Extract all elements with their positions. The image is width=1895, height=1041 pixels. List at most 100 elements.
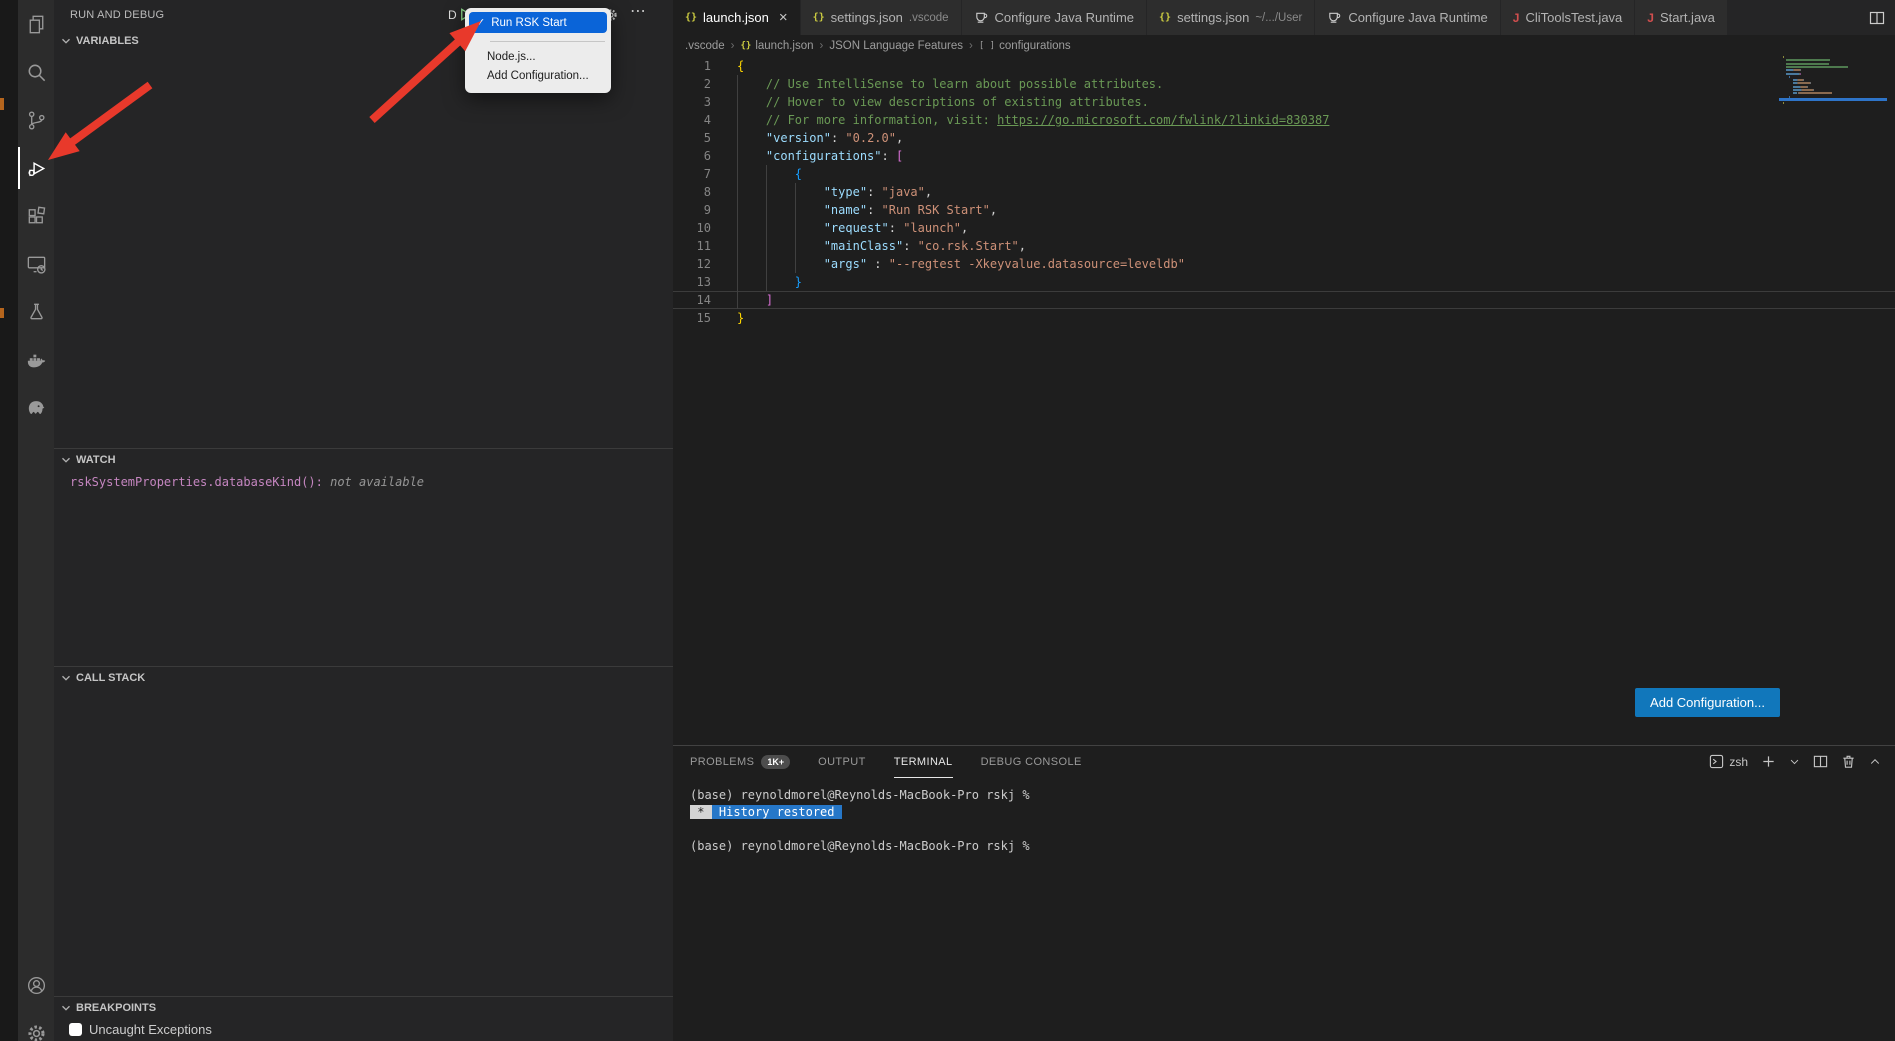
maximize-panel-chevron-icon[interactable] xyxy=(1869,756,1881,768)
code-line[interactable]: 10 "request": "launch", xyxy=(673,219,1895,237)
minimap-line xyxy=(1783,92,1883,94)
gutter-line-number[interactable]: 11 xyxy=(673,237,711,255)
terminal-dropdown-chevron-icon[interactable] xyxy=(1789,756,1800,767)
code-line[interactable]: 7 { xyxy=(673,165,1895,183)
minimap-current-line xyxy=(1779,98,1887,101)
code-line[interactable]: 11 "mainClass": "co.rsk.Start", xyxy=(673,237,1895,255)
testing-icon xyxy=(25,301,48,324)
code-text: "type": "java", xyxy=(737,183,932,201)
terminal-instance-selector[interactable]: zsh xyxy=(1709,754,1748,769)
panel-tab-output[interactable]: OUTPUT xyxy=(818,746,866,778)
code-text: "configurations": [ xyxy=(737,147,903,165)
split-editor-icon[interactable] xyxy=(1869,10,1885,26)
gutter-line-number[interactable]: 15 xyxy=(673,309,711,327)
gutter-line-number[interactable]: 9 xyxy=(673,201,711,219)
gutter-line-number[interactable]: 14 xyxy=(673,291,711,309)
watch-section: WATCH rskSystemProperties.databaseKind()… xyxy=(54,448,673,667)
uncaught-exceptions-checkbox[interactable] xyxy=(69,1023,82,1036)
tab-settings-json[interactable]: {}settings.json~/.../User xyxy=(1147,0,1315,35)
uncaught-exceptions-row[interactable]: Uncaught Exceptions xyxy=(54,1022,673,1037)
activity-item-testing[interactable] xyxy=(18,288,54,336)
terminal-text: History restored xyxy=(712,805,842,819)
code-text: "request": "launch", xyxy=(737,219,968,237)
code-editor[interactable]: 1{2 // Use IntelliSense to learn about p… xyxy=(673,57,1895,327)
gutter-line-number[interactable]: 5 xyxy=(673,129,711,147)
breadcrumb-item--vscode[interactable]: .vscode xyxy=(685,40,725,52)
breadcrumb-item-launch-json[interactable]: {}launch.json xyxy=(740,40,813,52)
panel-tab-problems[interactable]: PROBLEMS1K+ xyxy=(690,746,790,778)
minimap-line xyxy=(1783,56,1883,58)
gutter-line-number[interactable]: 10 xyxy=(673,219,711,237)
activity-item-remote-explorer[interactable] xyxy=(18,240,54,288)
json-icon: {} xyxy=(685,12,697,23)
code-text: "name": "Run RSK Start", xyxy=(737,201,997,219)
gradle-icon xyxy=(25,397,48,420)
panel-tab-terminal[interactable]: TERMINAL xyxy=(894,746,953,778)
dropdown-item-node-js-[interactable]: Node.js... xyxy=(465,48,611,67)
activity-item-gradle[interactable] xyxy=(18,384,54,432)
code-text: { xyxy=(737,165,802,183)
code-text: "args" : "--regtest -Xkeyvalue.datasourc… xyxy=(737,255,1185,273)
watch-section-header[interactable]: WATCH xyxy=(54,449,673,471)
activity-item-manage[interactable] xyxy=(18,1009,54,1041)
minimap-line xyxy=(1783,76,1883,78)
code-line[interactable]: 15} xyxy=(673,309,1895,327)
kill-terminal-trash-icon[interactable] xyxy=(1841,754,1856,769)
gutter-line-number[interactable]: 4 xyxy=(673,111,711,129)
activity-item-search[interactable] xyxy=(18,48,54,96)
gutter-line-number[interactable]: 8 xyxy=(673,183,711,201)
gutter-line-number[interactable]: 7 xyxy=(673,165,711,183)
gutter-line-number[interactable]: 3 xyxy=(673,93,711,111)
code-line[interactable]: 4 // For more information, visit: https:… xyxy=(673,111,1895,129)
code-line[interactable]: 3 // Hover to view descriptions of exist… xyxy=(673,93,1895,111)
gutter-line-number[interactable]: 12 xyxy=(673,255,711,273)
panel-toolbar: zsh xyxy=(1709,754,1881,769)
gutter-line-number[interactable]: 13 xyxy=(673,273,711,291)
tab-configure-java-runtime[interactable]: Configure Java Runtime xyxy=(1315,0,1500,35)
activity-item-docker[interactable] xyxy=(18,336,54,384)
gutter-line-number[interactable]: 6 xyxy=(673,147,711,165)
terminal-icon xyxy=(1709,754,1724,769)
code-line[interactable]: 5 "version": "0.2.0", xyxy=(673,129,1895,147)
terminal-output[interactable]: (base) reynoldmorel@Reynolds-MacBook-Pro… xyxy=(690,787,1885,1041)
code-text: // For more information, visit: https://… xyxy=(737,111,1329,129)
call-stack-section-header[interactable]: CALL STACK xyxy=(54,667,673,689)
new-terminal-plus-icon[interactable] xyxy=(1761,754,1776,769)
code-line[interactable]: 2 // Use IntelliSense to learn about pos… xyxy=(673,75,1895,93)
close-icon[interactable]: × xyxy=(779,9,788,26)
minimap[interactable] xyxy=(1783,56,1883,128)
breadcrumb-item-json-language-features[interactable]: JSON Language Features xyxy=(829,40,963,52)
more-actions-icon[interactable]: ⋯ xyxy=(630,1,647,21)
code-line[interactable]: 8 "type": "java", xyxy=(673,183,1895,201)
code-line[interactable]: 9 "name": "Run RSK Start", xyxy=(673,201,1895,219)
panel-tab-label: DEBUG CONSOLE xyxy=(981,756,1082,768)
code-line[interactable]: 12 "args" : "--regtest -Xkeyvalue.dataso… xyxy=(673,255,1895,273)
terminal-text: (base) reynoldmorel@Reynolds-MacBook-Pro… xyxy=(690,788,1030,802)
code-line[interactable]: 14 ] xyxy=(673,291,1895,309)
tab-clitoolstest-java[interactable]: JCliToolsTest.java xyxy=(1501,0,1636,35)
activity-item-run-and-debug[interactable] xyxy=(18,144,54,192)
add-configuration-button[interactable]: Add Configuration... xyxy=(1635,688,1780,717)
dropdown-selected-item[interactable]: ✓ Run RSK Start xyxy=(469,12,607,33)
code-line[interactable]: 6 "configurations": [ xyxy=(673,147,1895,165)
tab-start-java[interactable]: JStart.java xyxy=(1635,0,1728,35)
activity-item-accounts[interactable] xyxy=(18,961,54,1009)
activity-item-extensions[interactable] xyxy=(18,192,54,240)
activity-item-explorer[interactable] xyxy=(18,0,54,48)
breadcrumb-item-configurations[interactable]: [ ]configurations xyxy=(979,40,1071,52)
tab-settings-json[interactable]: {}settings.json.vscode xyxy=(801,0,962,35)
gutter-line-number[interactable]: 1 xyxy=(673,57,711,75)
watch-expression-row[interactable]: rskSystemProperties.databaseKind(): not … xyxy=(54,475,673,489)
gutter-line-number[interactable]: 2 xyxy=(673,75,711,93)
code-text: ] xyxy=(737,291,773,309)
split-terminal-icon[interactable] xyxy=(1813,754,1828,769)
activity-item-source-control[interactable] xyxy=(18,96,54,144)
panel-tab-debug-console[interactable]: DEBUG CONSOLE xyxy=(981,746,1082,778)
code-line[interactable]: 13 } xyxy=(673,273,1895,291)
breakpoints-section: BREAKPOINTS Uncaught Exceptions xyxy=(54,996,673,1041)
tab-configure-java-runtime[interactable]: Configure Java Runtime xyxy=(962,0,1147,35)
code-line[interactable]: 1{ xyxy=(673,57,1895,75)
dropdown-item-add-configuration-[interactable]: Add Configuration... xyxy=(465,67,611,86)
tab-launch-json[interactable]: {}launch.json× xyxy=(673,0,801,35)
breakpoints-section-header[interactable]: BREAKPOINTS xyxy=(54,997,673,1019)
